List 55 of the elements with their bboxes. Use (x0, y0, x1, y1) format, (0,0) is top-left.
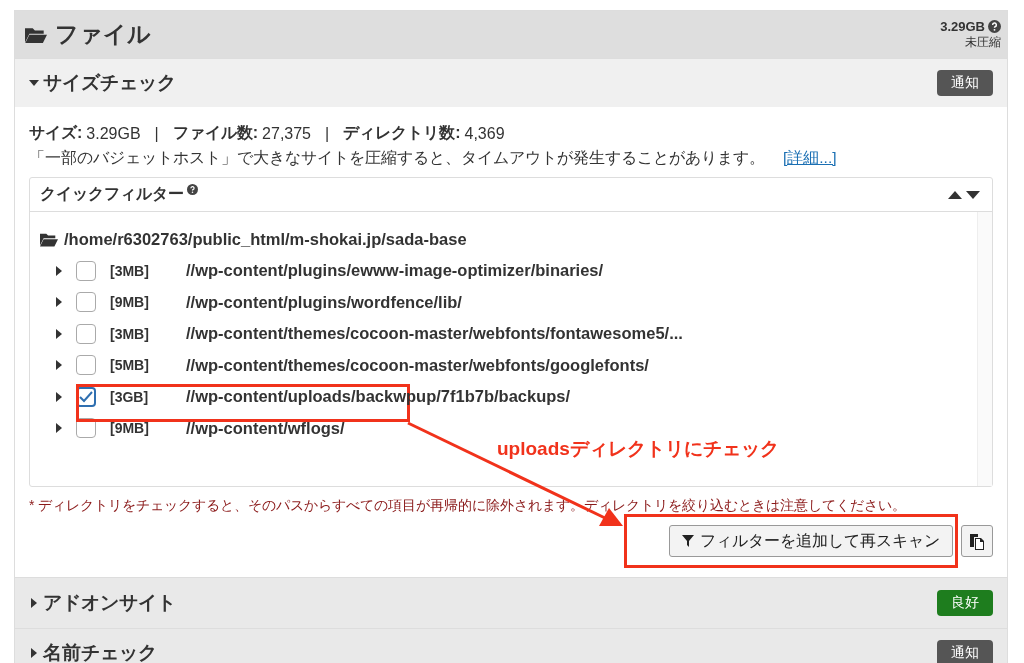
caret-icon (54, 423, 64, 434)
size-note: 未圧縮 (965, 33, 1001, 51)
stat-value: 3.29GB (86, 124, 141, 143)
annotation-text: uploadsディレクトリにチェック (497, 437, 779, 461)
filter-icon (682, 535, 694, 547)
details-link[interactable]: [詳細...] (783, 148, 837, 169)
section-header[interactable]: アドオンサイト 良好 (15, 577, 1007, 628)
checkbox[interactable] (76, 260, 96, 281)
checkbox[interactable] (76, 355, 96, 376)
stat-label: ファイル数: (172, 123, 259, 143)
section-title: 名前チェック (43, 641, 157, 663)
help-icon[interactable] (187, 184, 198, 195)
caret-icon (54, 391, 64, 402)
directory-size: [9MB] (110, 294, 150, 311)
panel-title: ファイル (55, 20, 151, 49)
directory-path: //wp-content/wflogs/ (186, 418, 345, 438)
directory-path: //wp-content/themes/cocoon-master/webfonts/fontawesome5/... (186, 324, 683, 344)
section-header[interactable]: サイズチェック 通知 (15, 58, 1007, 107)
copy-icon (969, 532, 985, 550)
separator-text: | (154, 124, 159, 143)
caret-icon (54, 265, 64, 276)
directory-size: [3MB] (110, 325, 150, 342)
directory-path: //wp-content/themes/cocoon-master/webfonts/googlefonts/ (186, 355, 649, 375)
directory-size: [9MB] (110, 420, 150, 437)
caret-icon (54, 328, 64, 339)
stat-value: 4,369 (464, 124, 505, 143)
stat-label: サイズ: (29, 123, 83, 143)
separator-text: | (325, 124, 330, 143)
checkbox[interactable] (76, 292, 96, 313)
folder-icon (40, 232, 58, 247)
copy-button[interactable] (961, 525, 993, 557)
section-title: アドオンサイト (43, 591, 176, 615)
help-icon[interactable] (988, 19, 1001, 33)
directory-size: [5MB] (110, 357, 150, 374)
section-title: サイズチェック (43, 71, 176, 95)
directory-path: //wp-content/plugins/ewww-image-optimizer/binaries/ (186, 261, 604, 281)
add-filter-rescan-button[interactable]: フィルターを追加して再スキャン (669, 525, 953, 557)
size-total: 3.29GB (940, 18, 985, 34)
quick-filter-title: クイックフィルター (40, 184, 184, 204)
directory-path: //wp-content/plugins/wordfence/lib/ (186, 292, 462, 312)
status-badge: 良好 (937, 590, 993, 616)
folder-icon (25, 25, 47, 44)
checkbox[interactable] (76, 323, 96, 344)
caret-icon (54, 297, 64, 308)
status-badge: 通知 (937, 640, 993, 663)
directory-size: [3MB] (110, 262, 150, 279)
sort-arrows-icon[interactable] (948, 189, 982, 200)
section-header[interactable]: 名前チェック 通知 (15, 628, 1007, 663)
directory-size: [3GB] (110, 388, 150, 405)
root-path: /home/r6302763/public_html/m-shokai.jp/sada-base (64, 230, 467, 249)
status-badge: 通知 (937, 70, 993, 96)
caret-icon (54, 360, 64, 371)
warning-text: 「一部のバジェットホスト」で大きなサイトを圧縮すると、タイムアウトが発生することがあります。 (29, 148, 765, 168)
stat-label: ディレクトリ数: (343, 123, 461, 143)
stat-value: 27,375 (262, 124, 311, 143)
